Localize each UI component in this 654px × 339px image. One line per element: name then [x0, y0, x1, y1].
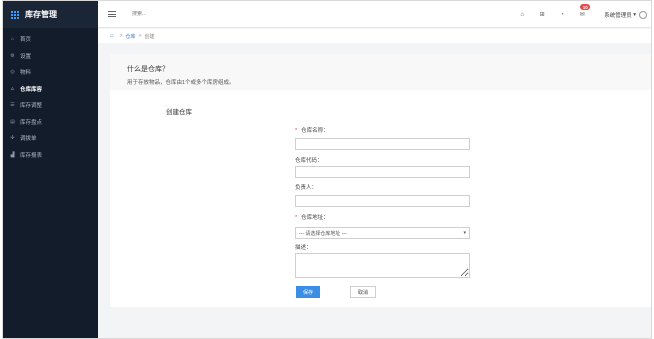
notification-badge: 10 — [580, 4, 591, 10]
adjust-icon: ☰ — [10, 102, 15, 109]
form-title: 创建仓库 — [166, 109, 192, 116]
warehouse-address-label: * 仓库地址： — [295, 215, 329, 221]
manager-label: 负责人： — [295, 185, 318, 191]
avatar — [639, 10, 647, 19]
user-menu[interactable]: 系统管理员 ▾ — [604, 10, 647, 19]
sidebar-item-home[interactable]: ⌂ 首页 — [3, 31, 98, 48]
home-icon: ⌂ — [10, 36, 15, 43]
warehouse-code-label: 仓库代码： — [295, 158, 323, 164]
sidebar-item-label: 调拨单 — [20, 136, 37, 143]
intro-panel: 什么是仓库？ 用于存放物品，仓库由1个或多个库房组成。 — [110, 54, 651, 90]
sidebar-item-materials[interactable]: ◎ 物料 — [3, 64, 98, 81]
description-label: 描述： — [295, 245, 312, 251]
app-window: 库存管理 ⌂ 首页 ⚙ 设置 ◎ 物料 ⌂ 仓库库容 ☰ 库存调整 ▤ 库存盘点 ✣ 调拨单 … — [2, 0, 652, 339]
sidebar-item-label: 库存报表 — [20, 152, 43, 159]
search-input[interactable] — [132, 11, 252, 17]
caret-down-icon: ▾ — [463, 230, 466, 236]
menu-toggle-icon[interactable] — [108, 10, 116, 19]
breadcrumb-link-warehouse[interactable]: 仓库 — [126, 33, 136, 40]
chart-icon: ▟ — [10, 151, 15, 158]
sidebar-item-warehouse[interactable]: ⌂ 仓库库容 — [3, 81, 98, 98]
warehouse-icon: ⌂ — [10, 85, 15, 92]
sidebar-item-settings[interactable]: ⚙ 设置 — [3, 48, 98, 65]
home-icon[interactable]: ⌂ — [110, 33, 114, 39]
intro-description: 用于存放物品，仓库由1个或多个库房组成。 — [127, 80, 235, 86]
sidebar-menu: ⌂ 首页 ⚙ 设置 ◎ 物料 ⌂ 仓库库容 ☰ 库存调整 ▤ 库存盘点 ✣ 调拨单 ▟ 库存报表 — [3, 28, 98, 163]
required-mark: * — [295, 215, 298, 221]
sidebar-item-stock-report[interactable]: ▟ 库存报表 — [3, 147, 98, 164]
breadcrumb: ⌂ > 仓库 > 创建 — [98, 29, 651, 43]
grid-icon[interactable]: ⊞ — [532, 11, 552, 18]
cancel-button[interactable]: 取消 — [350, 286, 376, 298]
sidebar-item-transfer[interactable]: ✣ 调拨单 — [3, 130, 98, 147]
warehouse-name-label: * 仓库名称： — [295, 128, 329, 134]
sidebar-item-label: 设置 — [20, 53, 32, 60]
address-select-value: --- 请选择仓库地址 --- — [299, 230, 347, 237]
description-textarea[interactable] — [295, 253, 470, 278]
warehouse-name-input[interactable] — [295, 138, 470, 150]
box-icon: ◎ — [10, 69, 15, 76]
app-title: 库存管理 — [25, 10, 57, 19]
sidebar-item-stock-adjust[interactable]: ☰ 库存调整 — [3, 97, 98, 114]
clipboard-icon: ▤ — [10, 118, 15, 125]
sidebar-item-label: 首页 — [20, 37, 32, 44]
sidebar-item-label: 库存盘点 — [20, 119, 43, 126]
manager-input[interactable] — [295, 195, 470, 207]
sidebar-item-label: 物料 — [20, 70, 32, 77]
intro-title: 什么是仓库？ — [127, 66, 169, 73]
save-button[interactable]: 保存 — [296, 286, 320, 298]
home-icon[interactable]: ⌂ — [512, 12, 532, 18]
chevron-down-icon: ▾ — [631, 11, 636, 18]
brand: 库存管理 — [3, 1, 98, 28]
sidebar-item-label: 仓库库容 — [20, 86, 43, 93]
sidebar-item-label: 库存调整 — [20, 103, 43, 110]
user-name: 系统管理员 — [604, 12, 632, 19]
gear-icon: ⚙ — [10, 52, 15, 59]
message-icon[interactable]: ✉ 10 — [572, 4, 592, 18]
sidebar-item-stock-count[interactable]: ▤ 库存盘点 — [3, 114, 98, 131]
main-content: 什么是仓库？ 用于存放物品，仓库由1个或多个库房组成。 创建仓库 * 仓库名称： … — [110, 54, 651, 307]
transfer-icon: ✣ — [10, 135, 15, 142]
breadcrumb-current: 创建 — [144, 33, 155, 40]
warehouse-address-select[interactable]: --- 请选择仓库地址 --- ▾ — [295, 227, 470, 239]
topbar-actions: ⌂ ⊞ ◔ ✉ 10 系统管理员 ▾ — [512, 1, 651, 28]
apps-grid-icon — [11, 10, 19, 19]
bell-icon[interactable]: ◔ — [552, 12, 572, 18]
breadcrumb-separator: > — [138, 33, 142, 39]
breadcrumb-separator: > — [119, 33, 123, 39]
sidebar: 库存管理 ⌂ 首页 ⚙ 设置 ◎ 物料 ⌂ 仓库库容 ☰ 库存调整 ▤ 库存盘点 ✣ 调拨单 … — [3, 1, 98, 338]
topbar: ⌂ ⊞ ◔ ✉10 系统管理员 ▾ — [98, 1, 651, 28]
required-mark: * — [295, 128, 298, 134]
warehouse-code-input[interactable] — [295, 166, 470, 178]
